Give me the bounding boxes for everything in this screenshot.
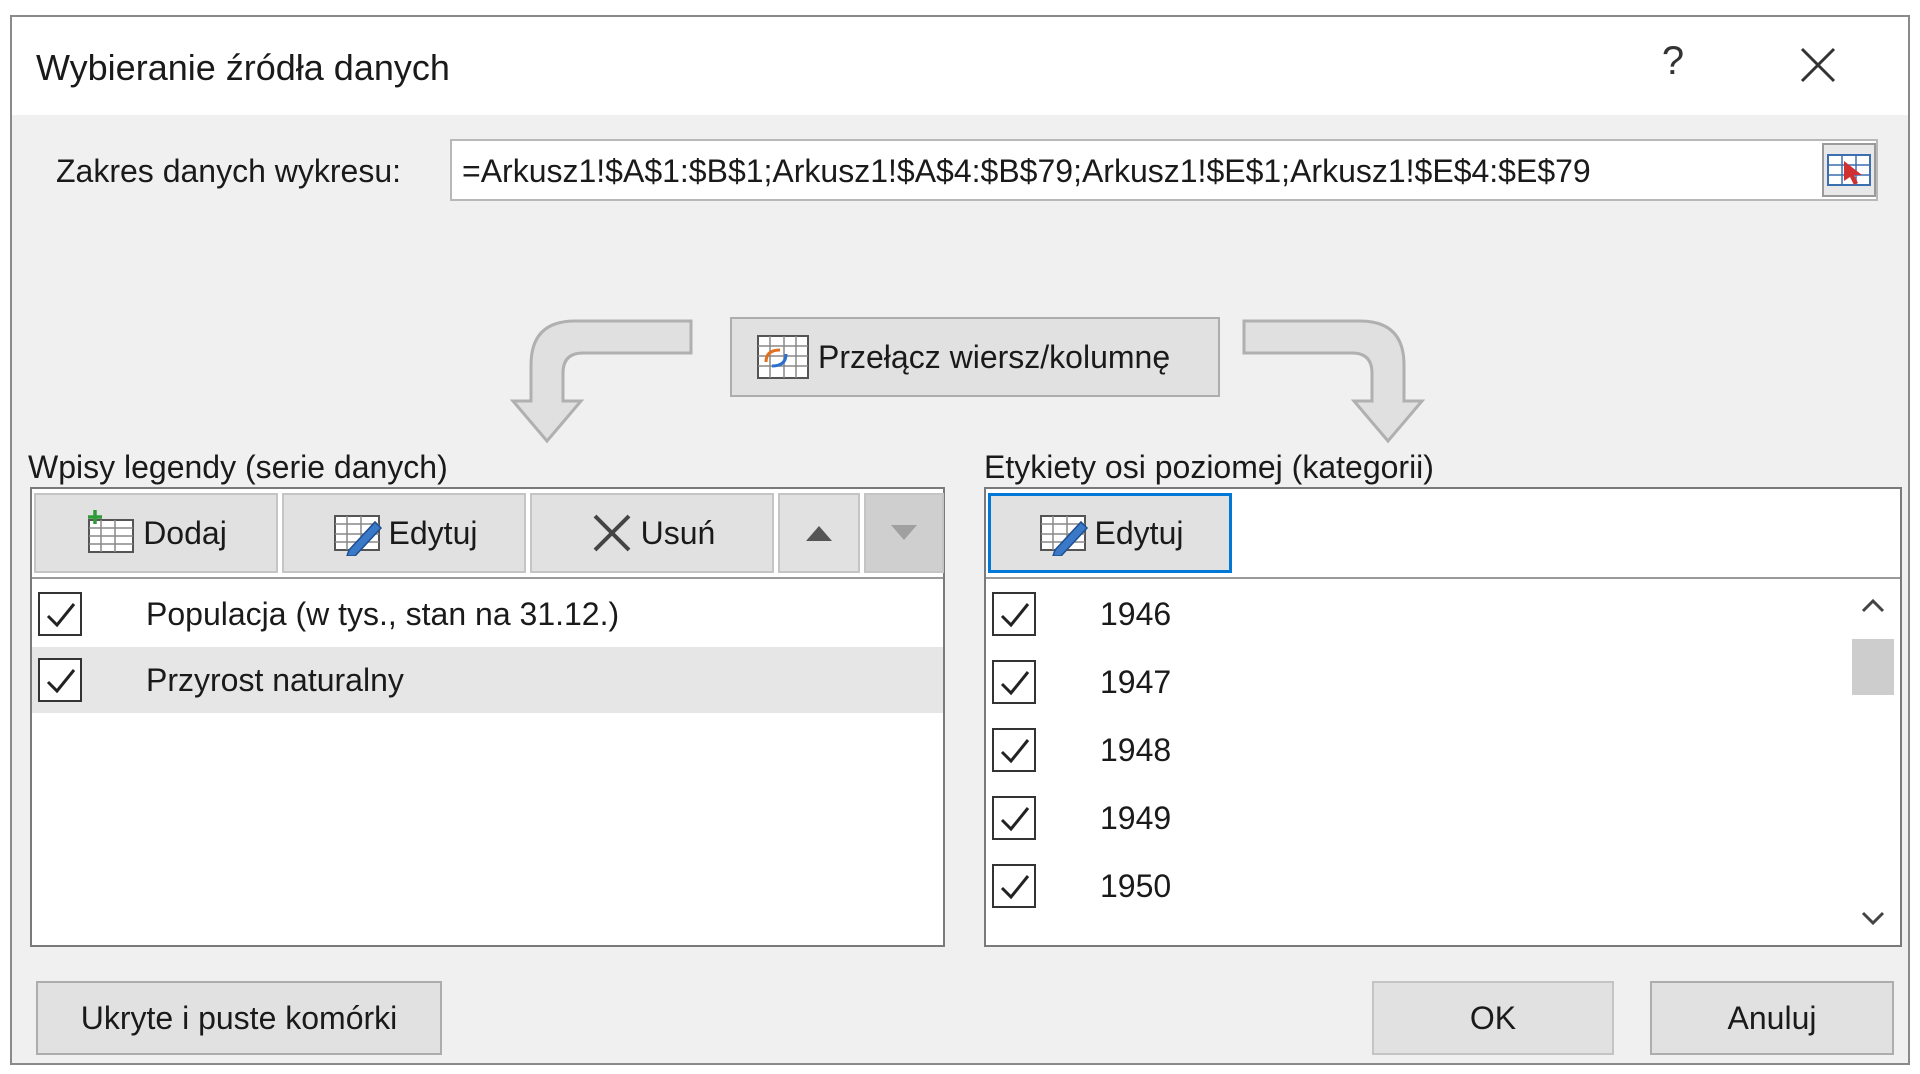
remove-icon <box>593 514 631 552</box>
move-down-button[interactable] <box>864 493 944 573</box>
checkmark-icon <box>1000 739 1030 764</box>
category-label: 1946 <box>1100 595 1172 632</box>
switch-row-column-icon <box>757 335 809 379</box>
help-button[interactable]: ? <box>1648 39 1698 84</box>
close-icon[interactable] <box>1788 35 1848 95</box>
checkmark-icon <box>1000 807 1030 832</box>
checkmark-icon <box>1000 603 1030 628</box>
add-series-button[interactable]: Dodaj <box>34 493 278 573</box>
legend-entries-panel: Dodaj Edytuj Usuń Populacja (w tys., sta… <box>30 487 945 947</box>
category-label: 1949 <box>1100 799 1172 836</box>
checkmark-icon <box>1000 875 1030 900</box>
category-row[interactable]: 1946 <box>986 581 1846 647</box>
checkmark-icon <box>1000 671 1030 696</box>
hidden-empty-cells-button[interactable]: Ukryte i puste komórki <box>36 981 442 1055</box>
category-label: 1950 <box>1100 867 1172 904</box>
add-series-label: Dodaj <box>143 514 227 551</box>
switch-row-column-button[interactable]: Przełącz wiersz/kolumnę <box>730 317 1220 397</box>
edit-series-label: Edytuj <box>388 514 478 551</box>
chart-data-range-input[interactable]: =Arkusz1!$A$1:$B$1;Arkusz1!$A$4:$B$79;Ar… <box>450 139 1878 201</box>
edit-series-button[interactable]: Edytuj <box>282 493 526 573</box>
chart-data-range-label: Zakres danych wykresu: <box>56 153 402 189</box>
category-checkbox[interactable] <box>992 728 1036 772</box>
category-toolbar: Edytuj <box>986 489 1900 579</box>
category-row[interactable]: 1947 <box>986 649 1846 715</box>
category-scrollbar[interactable] <box>1846 579 1900 945</box>
category-labels-heading: Etykiety osi poziomej (kategorii) <box>984 449 1434 485</box>
scrollbar-thumb[interactable] <box>1852 639 1894 695</box>
category-checkbox[interactable] <box>992 592 1036 636</box>
edit-categories-label: Edytuj <box>1094 514 1184 551</box>
move-up-button[interactable] <box>778 493 860 573</box>
series-row[interactable]: Populacja (w tys., stan na 31.12.) <box>32 581 943 647</box>
category-labels-panel: Edytuj 1946 1947 1948 1949 1950 <box>984 487 1902 947</box>
category-checkbox[interactable] <box>992 864 1036 908</box>
triangle-down-icon <box>891 525 917 540</box>
category-row[interactable]: 1950 <box>986 853 1846 919</box>
select-data-source-dialog: Wybieranie źródła danych ? Zakres danych… <box>10 15 1910 1065</box>
checkmark-icon <box>46 603 76 628</box>
remove-series-button[interactable]: Usuń <box>530 493 774 573</box>
add-table-icon <box>88 510 135 553</box>
category-row[interactable]: 1948 <box>986 717 1846 783</box>
range-select-icon[interactable] <box>1822 143 1876 197</box>
curved-arrow-right-icon <box>1242 319 1426 444</box>
legend-toolbar: Dodaj Edytuj Usuń <box>32 489 944 579</box>
category-row[interactable]: 1949 <box>986 785 1846 851</box>
series-checkbox[interactable] <box>38 658 82 702</box>
series-label: Przyrost naturalny <box>146 661 404 698</box>
category-label: 1947 <box>1100 663 1172 700</box>
series-label: Populacja (w tys., stan na 31.12.) <box>146 595 620 632</box>
dialog-title: Wybieranie źródła danych <box>36 47 450 88</box>
category-checkbox[interactable] <box>992 660 1036 704</box>
chevron-up-icon[interactable] <box>1858 591 1888 621</box>
edit-categories-button[interactable]: Edytuj <box>988 493 1232 573</box>
title-bar: Wybieranie źródła danych ? <box>12 17 1908 115</box>
remove-series-label: Usuń <box>640 514 716 551</box>
series-checkbox[interactable] <box>38 592 82 636</box>
cancel-button[interactable]: Anuluj <box>1650 981 1894 1055</box>
curved-arrow-left-icon <box>509 319 693 444</box>
category-label: 1948 <box>1100 731 1172 768</box>
switch-row-column-label: Przełącz wiersz/kolumnę <box>818 338 1171 375</box>
edit-table-icon <box>1039 515 1088 556</box>
ok-button[interactable]: OK <box>1372 981 1614 1055</box>
legend-entries-heading: Wpisy legendy (serie danych) <box>28 449 448 485</box>
chevron-down-icon[interactable] <box>1858 903 1888 933</box>
category-checkbox[interactable] <box>992 796 1036 840</box>
triangle-up-icon <box>806 526 832 541</box>
edit-table-icon <box>333 515 382 556</box>
checkmark-icon <box>46 669 76 694</box>
series-row[interactable]: Przyrost naturalny <box>32 647 943 713</box>
